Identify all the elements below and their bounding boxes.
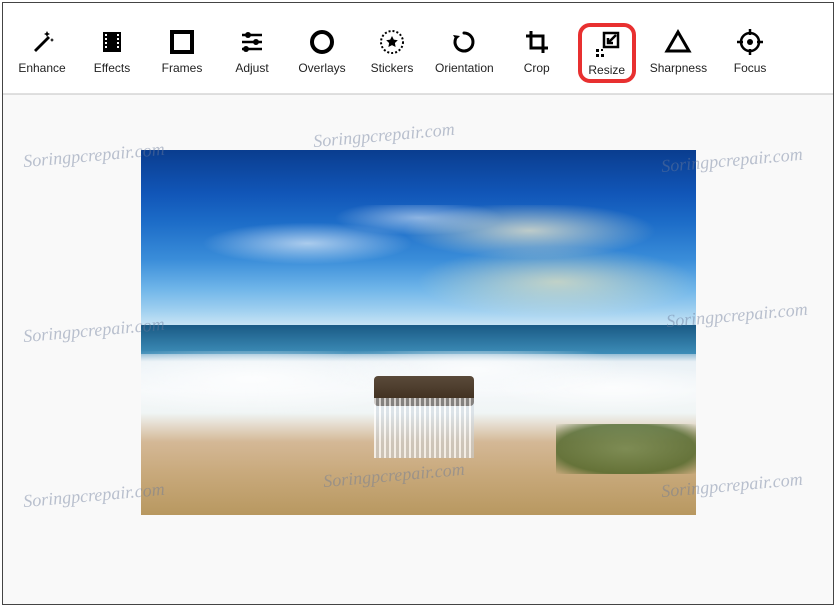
tool-label: Enhance (18, 61, 65, 75)
tool-label: Resize (588, 63, 625, 77)
photo-editor-app: Enhance Effects Frames Adjust Overlays (2, 2, 834, 605)
sliders-icon (237, 27, 267, 57)
tool-overlays[interactable]: Overlays (293, 23, 351, 83)
tool-crop[interactable]: Crop (508, 23, 566, 83)
star-badge-icon (377, 27, 407, 57)
tool-label: Focus (734, 61, 767, 75)
canvas-area: Soringpcrepair.com Soringpcrepair.com So… (3, 94, 833, 604)
tool-resize[interactable]: Resize (578, 23, 636, 83)
tool-label: Orientation (435, 61, 494, 75)
crop-icon (522, 27, 552, 57)
tool-sharpness[interactable]: Sharpness (648, 23, 709, 83)
image-moss (556, 424, 696, 474)
tool-label: Crop (524, 61, 550, 75)
tool-label: Stickers (371, 61, 414, 75)
tool-label: Overlays (298, 61, 345, 75)
tool-effects[interactable]: Effects (83, 23, 141, 83)
film-strip-icon (97, 27, 127, 57)
tool-adjust[interactable]: Adjust (223, 23, 281, 83)
resize-icon (592, 29, 622, 59)
tool-enhance[interactable]: Enhance (13, 23, 71, 83)
tool-label: Effects (94, 61, 130, 75)
tool-label: Adjust (235, 61, 268, 75)
tool-label: Frames (162, 61, 203, 75)
tool-focus[interactable]: Focus (721, 23, 779, 83)
watermark: Soringpcrepair.com (312, 119, 455, 152)
circle-icon (307, 27, 337, 57)
tool-label: Sharpness (650, 61, 707, 75)
triangle-icon (663, 27, 693, 57)
rotate-icon (449, 27, 479, 57)
frame-icon (167, 27, 197, 57)
image-preview[interactable] (141, 150, 696, 515)
tool-orientation[interactable]: Orientation (433, 23, 496, 83)
tool-stickers[interactable]: Stickers (363, 23, 421, 83)
toolbar: Enhance Effects Frames Adjust Overlays (3, 3, 833, 94)
image-waterfall (374, 398, 474, 458)
image-sky (141, 205, 696, 333)
target-icon (735, 27, 765, 57)
tool-frames[interactable]: Frames (153, 23, 211, 83)
magic-wand-icon (27, 27, 57, 57)
